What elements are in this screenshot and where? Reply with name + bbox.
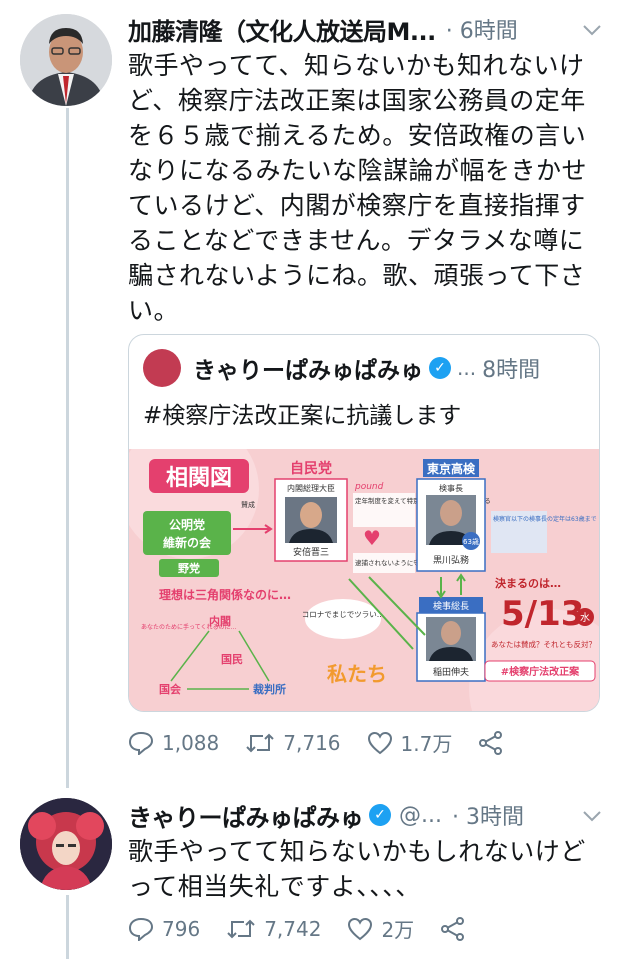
svg-text:国民: 国民 [221,653,243,666]
heart-icon [348,917,373,940]
note3: 検察官以下の検事長の定年は63歳まで [493,515,597,523]
verified-badge-icon: ✓ [429,357,451,379]
author-name[interactable]: 加藤清隆（文化人放送局M... [128,12,436,47]
tweet[interactable]: 加藤清隆（文化人放送局M... · 6時間 歌手やってて、知らないかも知れないけ… [128,10,602,328]
thread-line-continuation [66,895,69,959]
retweet-button[interactable]: 7,742 [226,917,321,941]
decision-date: 5/13 [501,594,584,634]
decision-label: 決まるのは… [495,576,561,590]
share-button[interactable] [440,916,474,942]
author-handle[interactable]: @... [399,803,442,828]
pm-name: 安倍晋三 [293,546,329,558]
hashtag-badge: #検察庁法改正案 [501,665,580,678]
tweet-actions: 1,088 7,716 1.7万 [128,728,538,757]
quoted-avatar[interactable] [143,349,181,387]
like-button[interactable]: 1.7万 [367,728,453,757]
thread-line [66,108,69,788]
quoted-tweet[interactable]: きゃりーぱみゅぱみゅ ✓ ... 8時間 #検察庁法改正案に抗議します 相関図 … [128,334,600,712]
like-count: 1.7万 [400,732,453,756]
verified-badge-icon: ✓ [369,804,391,826]
tweet[interactable]: きゃりーぱみゅぱみゅ ✓ @... · 3時間 歌手やってて知らないかもしれない… [128,796,602,904]
tweet-time[interactable]: · 6時間 [446,13,518,45]
reply-icon [128,917,154,941]
reply-button[interactable]: 796 [128,917,200,941]
svg-text:賛成: 賛成 [241,500,255,509]
opposition-label: 野党 [178,561,200,575]
svg-text:検事総長: 検事総長 [433,600,469,612]
chevron-down-icon[interactable] [582,17,602,42]
quoted-author-name: きゃりーぱみゅぱみゅ [193,358,423,384]
retweet-count: 7,742 [264,916,322,941]
inada-name: 稲田伸夫 [433,666,469,678]
ldp-label: 自民党 [290,460,332,477]
retweet-button[interactable]: 7,716 [245,730,341,755]
tweet-actions: 796 7,742 2万 [128,914,500,943]
corona-bubble: コロナでまじでツラい… [302,610,385,619]
kurokawa-name: 黒川弘務 [433,554,469,566]
pm-role: 内閣総理大臣 [287,483,335,493]
retweet-count: 7,716 [283,730,341,755]
reply-count: 1,088 [162,730,220,755]
quoted-text: #検察庁法改正案に抗議します [143,403,462,429]
svg-text:国会: 国会 [159,682,182,696]
tweet-time[interactable]: · 3時間 [452,799,524,831]
share-button[interactable] [478,730,512,756]
ideal-label: 理想は三角関係なのに… [159,587,291,602]
tokyo-label: 東京高検 [427,461,476,476]
quoted-time: 8時間 [482,358,541,383]
like-button[interactable]: 2万 [347,914,414,943]
author-name[interactable]: きゃりーぱみゅぱみゅ [128,798,363,833]
svg-text:公明党: 公明党 [169,517,205,532]
attached-image[interactable]: 相関図 自民党 内閣総理大臣 安倍晋三 pound 定年制度を変えて特別に検事総… [129,449,599,711]
reply-button[interactable]: 1,088 [128,731,219,755]
svg-text:維新の会: 維新の会 [163,535,212,550]
avatar[interactable] [20,14,112,106]
age-badge: 63歳 [463,537,479,546]
tweet-text: 歌手やってて知らないかもしれないけどって相当失礼ですよ、、、、 [128,837,586,901]
svg-text:検事長: 検事長 [439,483,463,493]
heart-icon [367,731,392,754]
chevron-down-icon[interactable] [582,803,602,828]
reply-count: 796 [162,916,201,941]
svg-text:水: 水 [580,612,590,624]
share-icon [441,916,465,941]
reply-icon [128,731,154,755]
share-icon [479,730,503,755]
svg-text:裁判所: 裁判所 [253,682,286,696]
quoted-handle: ... [457,356,477,380]
svg-text:♥: ♥ [363,526,381,550]
avatar[interactable] [20,798,112,890]
diagram-title: 相関図 [149,459,249,493]
like-count: 2万 [381,918,415,942]
svg-text:相関図: 相関図 [166,466,232,491]
pound-label: pound [354,482,384,492]
retweet-icon [227,919,255,938]
question-label: あなたは賛成？それとも反対？ [491,639,596,649]
watashitachi-label: 私たち [327,662,387,686]
retweet-icon [246,733,274,752]
svg-text:あなたのために手ってくれるのに…: あなたのために手ってくれるのに… [141,623,237,631]
tweet-text: 歌手やってて、知らないかも知れないけど、検察庁法改正案は国家公務員の定年を６５歳… [128,51,588,325]
